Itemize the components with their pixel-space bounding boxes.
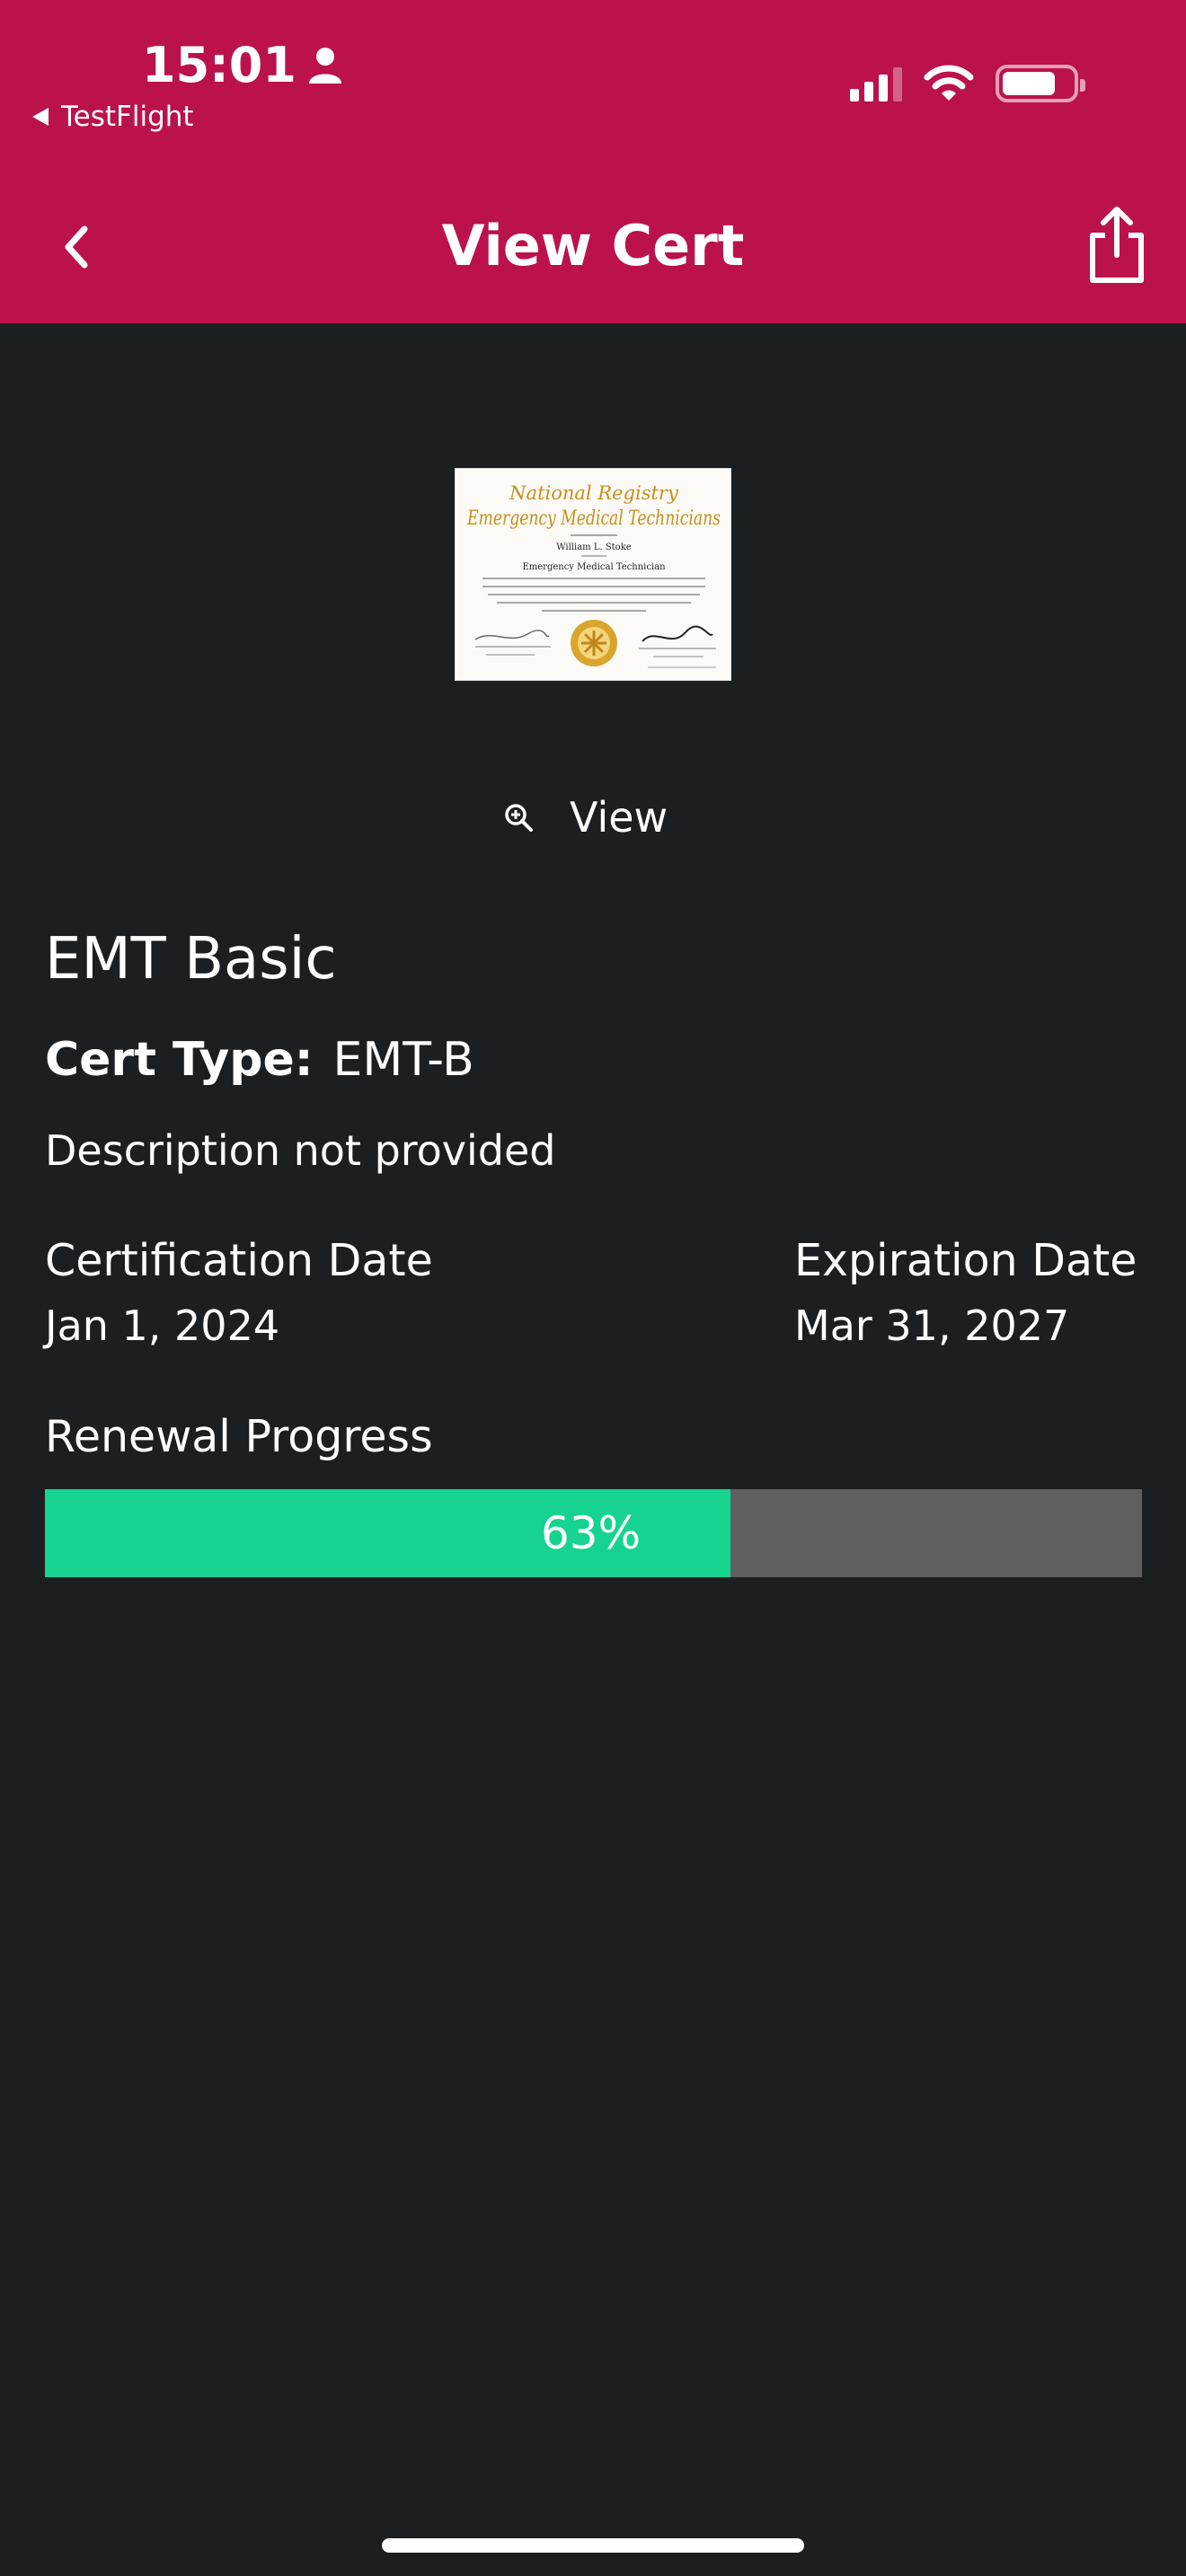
back-triangle-icon (32, 108, 49, 126)
page-title: View Cert (441, 213, 745, 278)
renewal-progress-fill: 63% (45, 1489, 731, 1577)
certificate-thumbnail[interactable]: National Registry Emergency Medical Tech… (455, 468, 731, 681)
battery-icon (996, 65, 1085, 102)
certificate-holder-name: William L. Stoke (556, 543, 631, 552)
app-header: 15:01 TestFlight View Cert (0, 0, 1186, 323)
certification-date-value: Jan 1, 2024 (45, 1301, 280, 1350)
status-indicators (850, 65, 1085, 102)
renewal-progress-bar: 63% (45, 1489, 1142, 1577)
person-icon (308, 48, 341, 84)
certificate-image: National Registry Emergency Medical Tech… (456, 469, 730, 680)
wifi-icon (924, 65, 974, 101)
cert-type-value: EMT-B (332, 1033, 474, 1087)
status-time: 15:01 (142, 38, 343, 93)
cert-description: Description not provided (45, 1126, 556, 1175)
share-icon[interactable] (1085, 205, 1148, 287)
back-app-label: TestFlight (61, 101, 194, 133)
zoom-in-icon (505, 804, 533, 832)
expiration-date-value: Mar 31, 2027 (794, 1301, 1070, 1350)
renewal-progress-percent: 63% (540, 1507, 642, 1559)
back-to-testflight[interactable]: TestFlight (32, 99, 194, 135)
expiration-date-label: Expiration Date (794, 1235, 1137, 1286)
certificate-title-line1: National Registry (509, 482, 679, 504)
cert-type: Cert Type: EMT-B (45, 1028, 474, 1091)
certificate-title-line2: Emergency Medical Technicians (466, 507, 721, 530)
status-time-text: 15:01 (142, 37, 296, 93)
certification-date-label: Certification Date (45, 1235, 433, 1286)
view-certificate-button[interactable]: View (503, 786, 668, 849)
view-button-label: View (570, 793, 668, 842)
renewal-progress-label: Renewal Progress (45, 1411, 433, 1462)
cert-type-label: Cert Type: (45, 1033, 314, 1087)
cellular-signal-icon (850, 66, 902, 101)
certificate-role: Emergency Medical Technician (522, 562, 666, 572)
cert-name: EMT Basic (45, 926, 337, 992)
home-indicator[interactable] (382, 2538, 804, 2553)
